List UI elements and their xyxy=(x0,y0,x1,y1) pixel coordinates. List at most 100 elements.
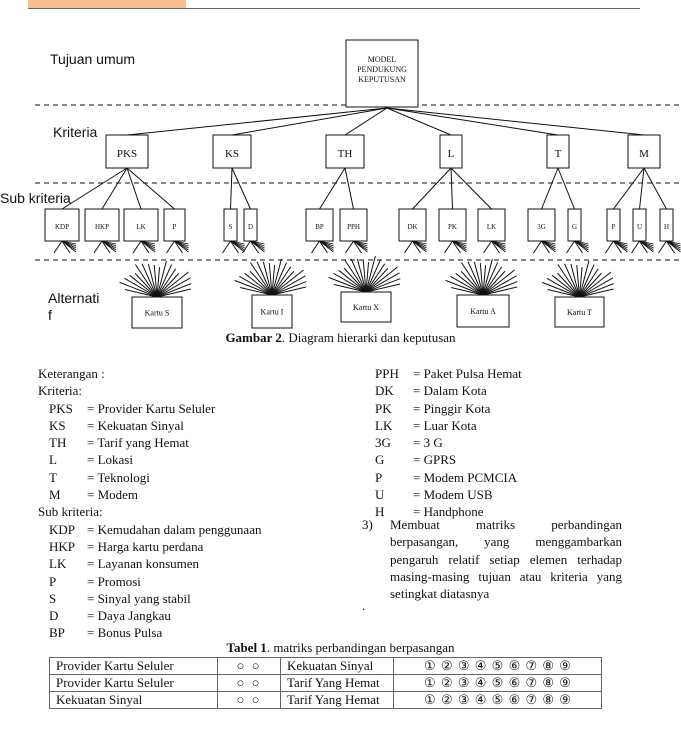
step-number: 3) xyxy=(362,517,373,532)
alternative-fan-line xyxy=(271,275,306,296)
fan-line xyxy=(404,240,413,254)
criterion-label: T xyxy=(555,148,562,160)
criterion-to-subcriterion-line xyxy=(412,167,452,210)
fan-line xyxy=(53,240,63,254)
legend-definition: = GPRS xyxy=(413,452,457,468)
alternative-fan-line xyxy=(156,277,191,298)
intensity-scale[interactable]: ① ② ③ ④ ⑤ ⑥ ⑦ ⑧ ⑨ xyxy=(393,674,602,692)
legend-definition: = 3 G xyxy=(413,435,443,451)
alternative-fan-line xyxy=(134,264,158,298)
criterion-right: Tarif Yang Hemat xyxy=(280,674,394,692)
legend-criteria-heading: Kriteria: xyxy=(38,383,83,399)
legend-abbr: DK xyxy=(375,383,394,399)
criterion-label: PKS xyxy=(117,148,137,160)
fan-line xyxy=(631,240,640,254)
goal-box-text: KEPUTUSAN xyxy=(358,75,406,84)
goal-to-criterion-line xyxy=(386,107,559,136)
fan-line xyxy=(483,240,492,254)
subcriterion-label: HKP xyxy=(95,223,109,231)
legend-abbr: HKP xyxy=(49,538,76,554)
intensity-scale[interactable]: ① ② ③ ④ ⑤ ⑥ ⑦ ⑧ ⑨ xyxy=(393,691,602,709)
legend-entry: T = Teknologi xyxy=(38,469,261,486)
legend-entry: LK = Layanan konsumen xyxy=(38,555,261,572)
legend-definition: = Harga kartu perdana xyxy=(87,538,204,554)
goal-box-text: PENDUKUNG xyxy=(357,65,407,74)
subcriterion-label: LK xyxy=(136,223,145,231)
alternative-fan-line xyxy=(333,272,367,293)
legend-abbr: P xyxy=(375,469,383,485)
fan-line xyxy=(533,240,542,254)
choice-radios[interactable]: ○ ○ xyxy=(217,657,281,675)
legend-abbr: PPH xyxy=(375,366,399,381)
legend-definition: = Teknologi xyxy=(87,469,150,485)
legend-definition: = Provider Kartu Seluler xyxy=(87,400,216,416)
subcriterion-label: P xyxy=(612,223,616,231)
intensity-scale[interactable]: ① ② ③ ④ ⑤ ⑥ ⑦ ⑧ ⑨ xyxy=(393,657,602,675)
legend-entry: TH = Tarif yang Hemat xyxy=(38,434,261,451)
legend-definition: = Modem xyxy=(87,487,139,503)
alternative-label: Kartu T xyxy=(567,308,592,317)
table-caption: Tabel 1. matriks perbandingan berpasanga… xyxy=(0,640,681,656)
subcriterion-label: BP xyxy=(315,223,324,231)
table-caption-text: . matriks perbandingan berpasangan xyxy=(266,640,455,655)
criterion-to-subcriterion-line xyxy=(344,167,354,210)
criterion-left: Provider Kartu Seluler xyxy=(49,657,218,675)
legend-entry: HKP = Harga kartu perdana xyxy=(38,538,261,555)
fan-line xyxy=(242,240,251,254)
legend-definition: = Kekuatan Sinyal xyxy=(87,417,184,433)
subcriterion-label: S xyxy=(229,223,233,231)
alternative-fan-line xyxy=(450,275,484,296)
criterion-label: KS xyxy=(225,148,239,160)
alternative-label: Kartu X xyxy=(353,303,379,312)
criterion-to-subcriterion-line xyxy=(450,167,453,210)
subcriterion-label: G xyxy=(572,223,577,231)
legend-entry: S = Sinyal yang stabil xyxy=(38,590,261,607)
fan-line xyxy=(444,240,453,254)
legend-definition: = Pinggir Kota xyxy=(413,400,491,416)
criterion-to-subcriterion-line xyxy=(643,167,667,210)
alternative-fan-line xyxy=(546,277,580,298)
legend-abbr: KS xyxy=(49,417,66,433)
alternative-label: Kartu A xyxy=(470,307,496,316)
legend-abbr: M xyxy=(49,487,61,503)
criterion-to-subcriterion-line xyxy=(541,167,559,210)
alternative-fan-line xyxy=(579,277,614,298)
step-3-paragraph: 3) Membuat matriks perbandingan berpasan… xyxy=(362,516,622,602)
criterion-to-subcriterion-line xyxy=(450,167,492,210)
legend-entry: PK = Pinggir Kota xyxy=(375,400,522,417)
fan-line xyxy=(93,240,103,254)
criterion-to-subcriterion-line xyxy=(639,167,645,210)
alternative-fan-line xyxy=(156,268,177,298)
criterion-to-subcriterion-line xyxy=(230,167,233,210)
legend-abbr: LK xyxy=(49,556,67,572)
alternative-label: Kartu I xyxy=(261,308,284,317)
legend-entry: U = Modem USB xyxy=(375,486,522,503)
legend-abbr: KDP xyxy=(49,521,76,537)
fan-line xyxy=(605,240,614,254)
legend-definition: = Promosi xyxy=(87,573,141,589)
legend-definition: = Modem PCMCIA xyxy=(413,469,518,485)
criterion-left: Provider Kartu Seluler xyxy=(49,674,218,692)
goal-box-text: MODEL xyxy=(368,55,397,64)
legend-definition: = Daya Jangkau xyxy=(87,608,171,624)
hierarchy-diagram: MODELPENDUKUNGKEPUTUSANPKS KS TH L T MKDP HKP L… xyxy=(35,39,681,329)
legend-title: Keterangan : xyxy=(38,366,105,381)
alternative-fan-line xyxy=(460,262,484,296)
alternative-fan-line xyxy=(249,262,273,296)
choice-radios[interactable]: ○ ○ xyxy=(217,674,281,692)
fan-line xyxy=(311,240,320,254)
pairwise-comparison-table: Provider Kartu Seluler ○ ○ Kekuatan Sinyal… xyxy=(49,657,602,709)
figure-caption-text: . Diagram hierarki dan keputusan xyxy=(281,330,456,345)
legend-definition: = Layanan konsumen xyxy=(87,556,200,572)
choice-radios[interactable]: ○ ○ xyxy=(217,691,281,709)
level-label-alternatives: Alternati f xyxy=(48,290,100,323)
legend-abbr: L xyxy=(49,452,57,468)
fan-line xyxy=(566,240,575,254)
subcriterion-label: U xyxy=(637,223,642,231)
legend-entry: KDP = Kemudahan dalam penggunaan xyxy=(38,521,261,538)
alternative-fan-line xyxy=(557,264,580,298)
criterion-to-subcriterion-line xyxy=(613,167,645,210)
criterion-right: Tarif Yang Hemat xyxy=(280,691,394,709)
table-caption-label: Tabel 1 xyxy=(226,640,267,655)
legend-abbr: PKS xyxy=(49,400,73,416)
